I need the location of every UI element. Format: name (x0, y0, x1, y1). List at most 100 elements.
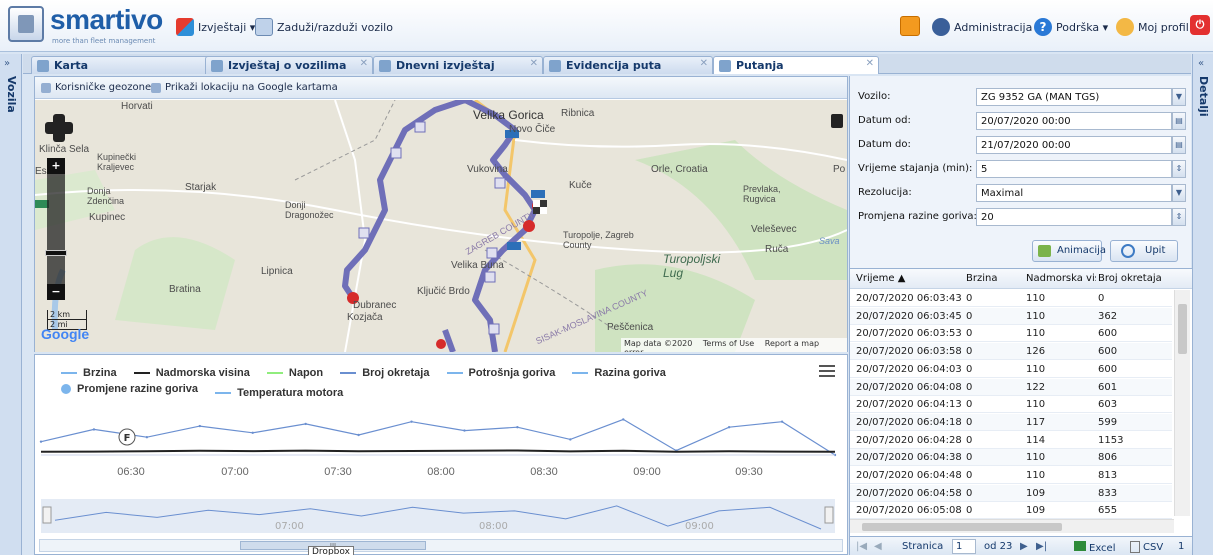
zoom-slider-handle[interactable] (45, 250, 67, 256)
route-map[interactable]: Horvati Velika Gorica Ribnica Novo Čiče … (35, 100, 847, 352)
calendar-icon[interactable]: ▤ (1172, 112, 1186, 130)
legend-item-fuel-level[interactable]: Razina goriva (572, 367, 666, 379)
column-header-rpm[interactable]: Broj okretaja (1098, 273, 1178, 284)
tab-route[interactable]: Putanja ✕ (713, 56, 879, 74)
fuel-change-field[interactable]: 20 (976, 208, 1172, 226)
table-cell: 0 (966, 470, 973, 481)
close-icon[interactable]: ✕ (866, 58, 874, 69)
calendar-icon[interactable]: ▤ (1172, 136, 1186, 154)
table-row[interactable]: 20/07/2020 06:04:18 0 117 599 (850, 413, 1172, 431)
telemetry-chart[interactable]: F 06:30 07:00 07:30 08:00 08:30 09:00 09:30 07… (35, 395, 847, 539)
show-google-location-button[interactable]: Prikaži lokaciju na Google kartama (151, 82, 338, 93)
administration-menu[interactable]: Administracija ▾ (932, 18, 1041, 36)
support-menu[interactable]: ? Podrška ▾ (1034, 18, 1108, 36)
legend-item-voltage[interactable]: Napon (266, 367, 323, 379)
details-panel-collapsed[interactable]: « Detalji (1192, 54, 1213, 555)
chart-scrollbar[interactable]: III (39, 539, 843, 552)
zoom-out-button[interactable]: − (47, 284, 65, 300)
navigator-mask[interactable] (41, 499, 835, 533)
table-row[interactable]: 20/07/2020 06:03:53 0 110 600 (850, 325, 1172, 343)
stop-time-field[interactable]: 5 (976, 160, 1172, 178)
last-page-icon[interactable]: ▶| (1036, 541, 1047, 552)
close-icon[interactable]: ✕ (700, 58, 708, 69)
charge-vehicle-menu[interactable]: Zaduži/razduži vozilo (255, 18, 393, 36)
table-cell: 20/07/2020 06:04:13 (856, 399, 962, 411)
expand-right-button[interactable]: « (1198, 58, 1204, 69)
export-csv-button[interactable]: CSV (1130, 541, 1163, 553)
column-header-speed[interactable]: Brzina (966, 273, 1016, 284)
reports-menu[interactable]: Izvještaji ▾ (176, 18, 255, 36)
table-cell: 122 (1026, 381, 1046, 393)
tab-vehicle-report[interactable]: Izvještaj o vozilima ✕ (205, 56, 373, 74)
date-from-field[interactable]: 20/07/2020 00:00 (976, 112, 1172, 130)
legend-item-speed[interactable]: Brzina (61, 367, 117, 379)
spinner-icon[interactable]: ⇕ (1172, 160, 1186, 178)
navigator-handle-right[interactable] (824, 506, 834, 524)
map-panel: Korisničke geozone Prikaži lokaciju na G… (34, 76, 848, 352)
table-row[interactable]: 20/07/2020 06:04:48 0 110 813 (850, 467, 1172, 484)
resolution-select[interactable]: Maximal (976, 184, 1172, 202)
vehicles-panel-collapsed[interactable]: » Vozila (0, 54, 22, 555)
vehicle-select[interactable]: ZG 9352 GA (MAN TGS) (976, 88, 1172, 106)
grid-vertical-scrollbar[interactable] (1174, 290, 1190, 516)
navigator-handle-left[interactable] (42, 506, 52, 524)
terms-link[interactable]: Terms of Use (703, 339, 754, 348)
zoom-slider[interactable] (47, 158, 65, 300)
table-row[interactable]: 20/07/2020 06:05:08 0 109 655 (850, 502, 1172, 520)
first-page-icon[interactable]: |◀ (856, 541, 867, 552)
table-row[interactable]: 20/07/2020 06:04:03 0 110 600 (850, 361, 1172, 378)
tab-trip-log[interactable]: Evidencija puta ✕ (543, 56, 713, 74)
x-tick-label: 08:00 (427, 466, 455, 478)
close-icon[interactable]: ✕ (530, 58, 538, 69)
table-cell: 0 (966, 434, 973, 446)
table-row[interactable]: 20/07/2020 06:04:08 0 122 601 (850, 378, 1172, 396)
column-header-altitude[interactable]: Nadmorska visi (1026, 273, 1096, 284)
layers-icon[interactable] (831, 114, 843, 128)
map-label: Kozjača (347, 312, 383, 323)
table-row[interactable]: 20/07/2020 06:03:45 0 110 362 (850, 307, 1172, 325)
date-to-row: Datum do: 21/07/2020 00:00 ▤ (858, 136, 1186, 154)
grid-horizontal-scrollbar[interactable] (850, 519, 1174, 533)
user-geozones-button[interactable]: Korisničke geozone (41, 82, 151, 93)
zoom-in-button[interactable]: + (47, 158, 65, 174)
page-number-input[interactable]: 1 (952, 539, 976, 554)
scrollbar-thumb[interactable] (862, 523, 1062, 531)
chart-menu-icon[interactable] (819, 365, 835, 377)
navigator[interactable]: 07:00 08:00 09:00 (41, 499, 835, 533)
notification-icon[interactable] (900, 16, 920, 36)
logout-power-icon[interactable]: ⏻ (1190, 15, 1210, 35)
table-row[interactable]: 20/07/2020 06:03:58 0 126 600 (850, 343, 1172, 361)
tab-map[interactable]: Karta (31, 56, 213, 74)
legend-item-fuel-changes[interactable]: Promjene razine goriva (61, 383, 198, 395)
map-background (35, 100, 847, 352)
table-row[interactable]: 20/07/2020 06:04:28 0 114 1153 (850, 432, 1172, 449)
column-header-time[interactable]: Vrijeme ▲ (856, 273, 956, 284)
legend-item-altitude[interactable]: Nadmorska visina (133, 367, 250, 379)
table-cell: 117 (1026, 416, 1046, 428)
profile-menu[interactable]: Moj profil (1116, 18, 1189, 36)
spinner-icon[interactable]: ⇕ (1172, 208, 1186, 226)
animation-button[interactable]: Animacija (1032, 240, 1106, 262)
close-icon[interactable]: ✕ (360, 58, 368, 69)
date-to-field[interactable]: 21/07/2020 00:00 (976, 136, 1172, 154)
chevron-down-icon[interactable]: ▼ (1172, 184, 1186, 202)
table-row[interactable]: 20/07/2020 06:04:38 0 110 806 (850, 449, 1172, 467)
chevron-down-icon[interactable]: ▼ (1172, 88, 1186, 106)
scrollbar-thumb[interactable] (1178, 304, 1187, 354)
table-row[interactable]: 20/07/2020 06:04:58 0 109 833 (850, 484, 1172, 502)
legend-item-rpm[interactable]: Broj okretaja (340, 367, 429, 379)
next-page-icon[interactable]: ▶ (1020, 541, 1028, 552)
export-excel-button[interactable]: Excel (1074, 541, 1116, 554)
legend-item-fuel-consumption[interactable]: Potrošnja goriva (446, 367, 555, 379)
map-pan-control[interactable] (45, 114, 73, 142)
table-row[interactable]: 20/07/2020 06:04:13 0 110 603 (850, 396, 1172, 414)
prev-page-icon[interactable]: ◀ (874, 541, 882, 552)
table-cell: 20/07/2020 06:04:18 (856, 416, 962, 428)
tab-daily-report[interactable]: Dnevni izvještaj ✕ (373, 56, 543, 74)
vehicle-label: Vozilo: (858, 91, 891, 102)
table-row[interactable]: 20/07/2020 06:03:43 0 110 0 (850, 290, 1172, 307)
vehicle-row: Vozilo: ZG 9352 GA (MAN TGS) ▼ (858, 88, 1186, 106)
resolution-row: Rezolucija: Maximal ▼ (858, 184, 1186, 202)
expand-left-button[interactable]: » (4, 58, 10, 69)
query-button[interactable]: Upit (1110, 240, 1178, 262)
